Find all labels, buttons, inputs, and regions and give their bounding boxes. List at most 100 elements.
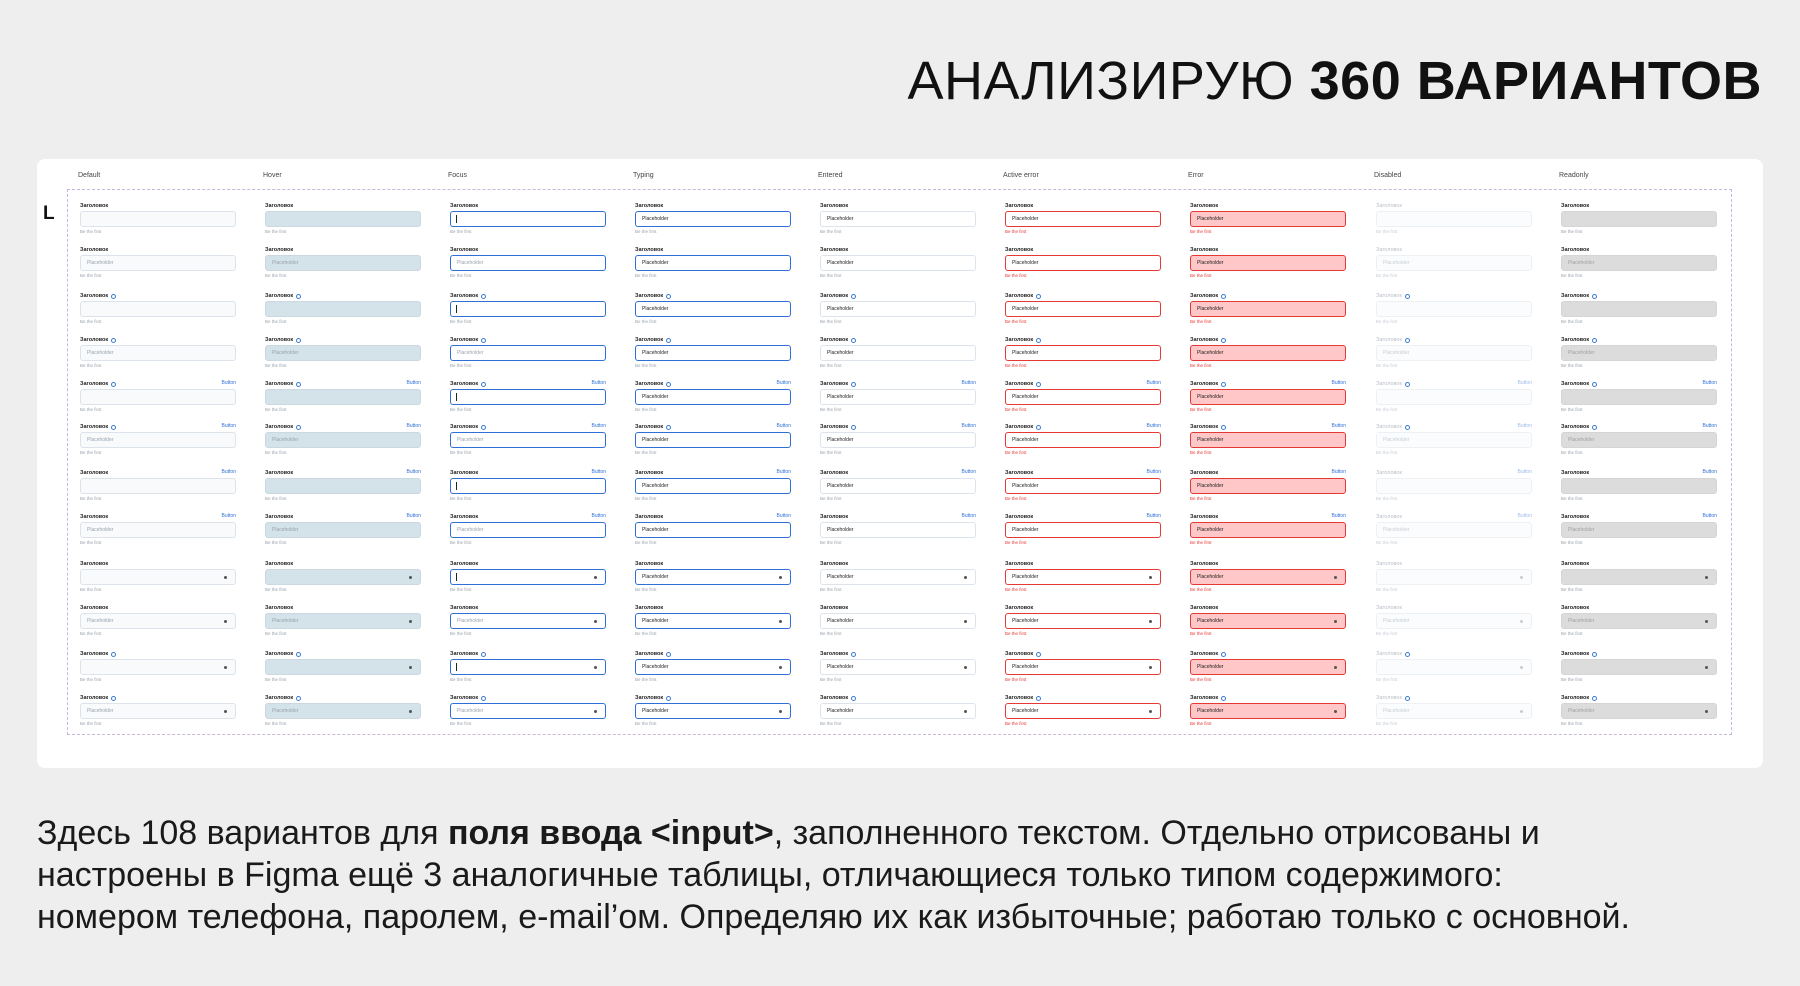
select-box[interactable]: Placeholder xyxy=(450,703,606,719)
input-box[interactable] xyxy=(265,478,421,494)
field-button-link[interactable]: Button xyxy=(222,469,236,475)
input-box[interactable]: Placeholder xyxy=(1190,389,1346,405)
input-box[interactable]: Placeholder xyxy=(635,345,791,361)
field-button-link[interactable]: Button xyxy=(407,380,421,386)
input-box[interactable]: Placeholder xyxy=(1005,432,1161,448)
select-box[interactable]: Placeholder xyxy=(1005,703,1161,719)
select-box[interactable] xyxy=(450,569,606,585)
input-variant[interactable]: Заголовок Placeholder Be the first xyxy=(820,336,976,376)
input-box[interactable] xyxy=(80,211,236,227)
input-variant[interactable]: Заголовок Be the first xyxy=(450,650,606,690)
input-variant[interactable]: Заголовок Button Be the first xyxy=(80,469,236,509)
input-box[interactable]: Placeholder xyxy=(1561,432,1717,448)
input-variant[interactable]: Заголовок Button Placeholder Be the first xyxy=(265,423,421,463)
input-box[interactable] xyxy=(80,389,236,405)
input-box[interactable]: Placeholder xyxy=(1190,255,1346,271)
input-variant[interactable]: Заголовок Button Placeholder Be the first xyxy=(1005,423,1161,463)
input-variant[interactable]: Заголовок Placeholder Be the first xyxy=(635,650,791,690)
input-variant[interactable]: Заголовок Button Placeholder Be the first xyxy=(635,469,791,509)
field-button-link[interactable]: Button xyxy=(962,513,976,519)
input-variant[interactable]: Заголовок Placeholder Be the first xyxy=(265,694,421,734)
input-box[interactable] xyxy=(265,389,421,405)
input-box[interactable]: Placeholder xyxy=(1005,211,1161,227)
input-variant[interactable]: Заголовок Be the first xyxy=(265,202,421,242)
select-box[interactable]: Placeholder xyxy=(1190,613,1346,629)
input-variant[interactable]: Заголовок Placeholder Be the first xyxy=(1190,336,1346,376)
input-variant[interactable]: Заголовок Placeholder Be the first xyxy=(1005,336,1161,376)
input-variant[interactable]: Заголовок Be the first xyxy=(1561,650,1717,690)
input-box[interactable] xyxy=(1561,478,1717,494)
input-variant[interactable]: Заголовок Button Placeholder Be the first xyxy=(820,469,976,509)
select-box[interactable]: Placeholder xyxy=(265,613,421,629)
field-button-link[interactable]: Button xyxy=(777,380,791,386)
select-box[interactable]: Placeholder xyxy=(820,659,976,675)
input-box[interactable]: Placeholder xyxy=(1190,211,1346,227)
input-variant[interactable]: Заголовок Button Be the first xyxy=(265,380,421,420)
select-box[interactable]: Placeholder xyxy=(1190,569,1346,585)
field-button-link[interactable]: Button xyxy=(1147,423,1161,429)
field-button-link[interactable]: Button xyxy=(592,469,606,475)
input-box[interactable]: Placeholder xyxy=(1005,389,1161,405)
input-box[interactable]: Placeholder xyxy=(265,432,421,448)
select-box[interactable]: Placeholder xyxy=(450,613,606,629)
input-variant[interactable]: Заголовок Button Placeholder Be the first xyxy=(450,423,606,463)
input-box[interactable]: Placeholder xyxy=(1190,432,1346,448)
input-box[interactable]: Placeholder xyxy=(820,301,976,317)
input-variant[interactable]: Заголовок Placeholder Be the first xyxy=(1005,560,1161,600)
select-box[interactable]: Placeholder xyxy=(1561,703,1717,719)
input-variant[interactable]: Заголовок Button Be the first xyxy=(80,380,236,420)
input-variant[interactable]: Заголовок Placeholder Be the first xyxy=(1005,292,1161,332)
input-box[interactable]: Placeholder xyxy=(820,211,976,227)
input-variant[interactable]: Заголовок Placeholder Be the first xyxy=(820,650,976,690)
field-button-link[interactable]: Button xyxy=(1703,423,1717,429)
input-variant[interactable]: Заголовок Be the first xyxy=(265,292,421,332)
field-button-link[interactable]: Button xyxy=(1703,380,1717,386)
input-variant[interactable]: Заголовок Button Be the first xyxy=(450,380,606,420)
select-box[interactable]: Placeholder xyxy=(1005,659,1161,675)
field-button-link[interactable]: Button xyxy=(592,513,606,519)
select-box[interactable]: Placeholder xyxy=(80,703,236,719)
input-box[interactable]: Placeholder xyxy=(1005,255,1161,271)
input-box[interactable]: Placeholder xyxy=(635,432,791,448)
input-variant[interactable]: Заголовок Button Placeholder Be the first xyxy=(1005,513,1161,553)
input-variant[interactable]: Заголовок Placeholder Be the first xyxy=(450,694,606,734)
input-box[interactable]: Placeholder xyxy=(1005,522,1161,538)
input-box[interactable]: Placeholder xyxy=(80,432,236,448)
input-box[interactable]: Placeholder xyxy=(1190,345,1346,361)
input-box[interactable] xyxy=(1561,211,1717,227)
input-variant[interactable]: Заголовок Button Placeholder Be the first xyxy=(635,513,791,553)
input-box[interactable]: Placeholder xyxy=(820,522,976,538)
input-box[interactable]: Placeholder xyxy=(1190,478,1346,494)
input-variant[interactable]: Заголовок Placeholder Be the first xyxy=(820,292,976,332)
field-button-link[interactable]: Button xyxy=(222,380,236,386)
field-button-link[interactable]: Button xyxy=(222,423,236,429)
select-box[interactable] xyxy=(265,569,421,585)
input-variant[interactable]: Заголовок Be the first xyxy=(265,560,421,600)
field-button-link[interactable]: Button xyxy=(1703,513,1717,519)
input-variant[interactable]: Заголовок Button Placeholder Be the first xyxy=(1190,380,1346,420)
field-button-link[interactable]: Button xyxy=(1147,380,1161,386)
input-box[interactable]: Placeholder xyxy=(80,522,236,538)
input-variant[interactable]: Заголовок Placeholder Be the first xyxy=(635,292,791,332)
field-button-link[interactable]: Button xyxy=(777,469,791,475)
input-variant[interactable]: Заголовок Placeholder Be the first xyxy=(635,560,791,600)
input-box[interactable]: Placeholder xyxy=(820,478,976,494)
input-variant[interactable]: Заголовок Placeholder Be the first xyxy=(1005,246,1161,286)
select-box[interactable]: Placeholder xyxy=(820,703,976,719)
input-variant[interactable]: Заголовок Placeholder Be the first xyxy=(1005,202,1161,242)
input-variant[interactable]: Заголовок Placeholder Be the first xyxy=(1005,650,1161,690)
input-variant[interactable]: Заголовок Placeholder Be the first xyxy=(635,246,791,286)
field-button-link[interactable]: Button xyxy=(222,513,236,519)
input-box[interactable]: Placeholder xyxy=(1561,345,1717,361)
input-box[interactable]: Placeholder xyxy=(635,389,791,405)
input-box[interactable]: Placeholder xyxy=(1190,522,1346,538)
input-variant[interactable]: Заголовок Button Placeholder Be the first xyxy=(1005,469,1161,509)
field-button-link[interactable]: Button xyxy=(1332,469,1346,475)
select-box[interactable] xyxy=(265,659,421,675)
input-variant[interactable]: Заголовок Button Placeholder Be the first xyxy=(820,513,976,553)
input-box[interactable]: Placeholder xyxy=(450,345,606,361)
field-button-link[interactable]: Button xyxy=(407,469,421,475)
input-box[interactable]: Placeholder xyxy=(635,211,791,227)
input-variant[interactable]: Заголовок Placeholder Be the first xyxy=(450,246,606,286)
input-variant[interactable]: Заголовок Placeholder Be the first xyxy=(635,604,791,644)
